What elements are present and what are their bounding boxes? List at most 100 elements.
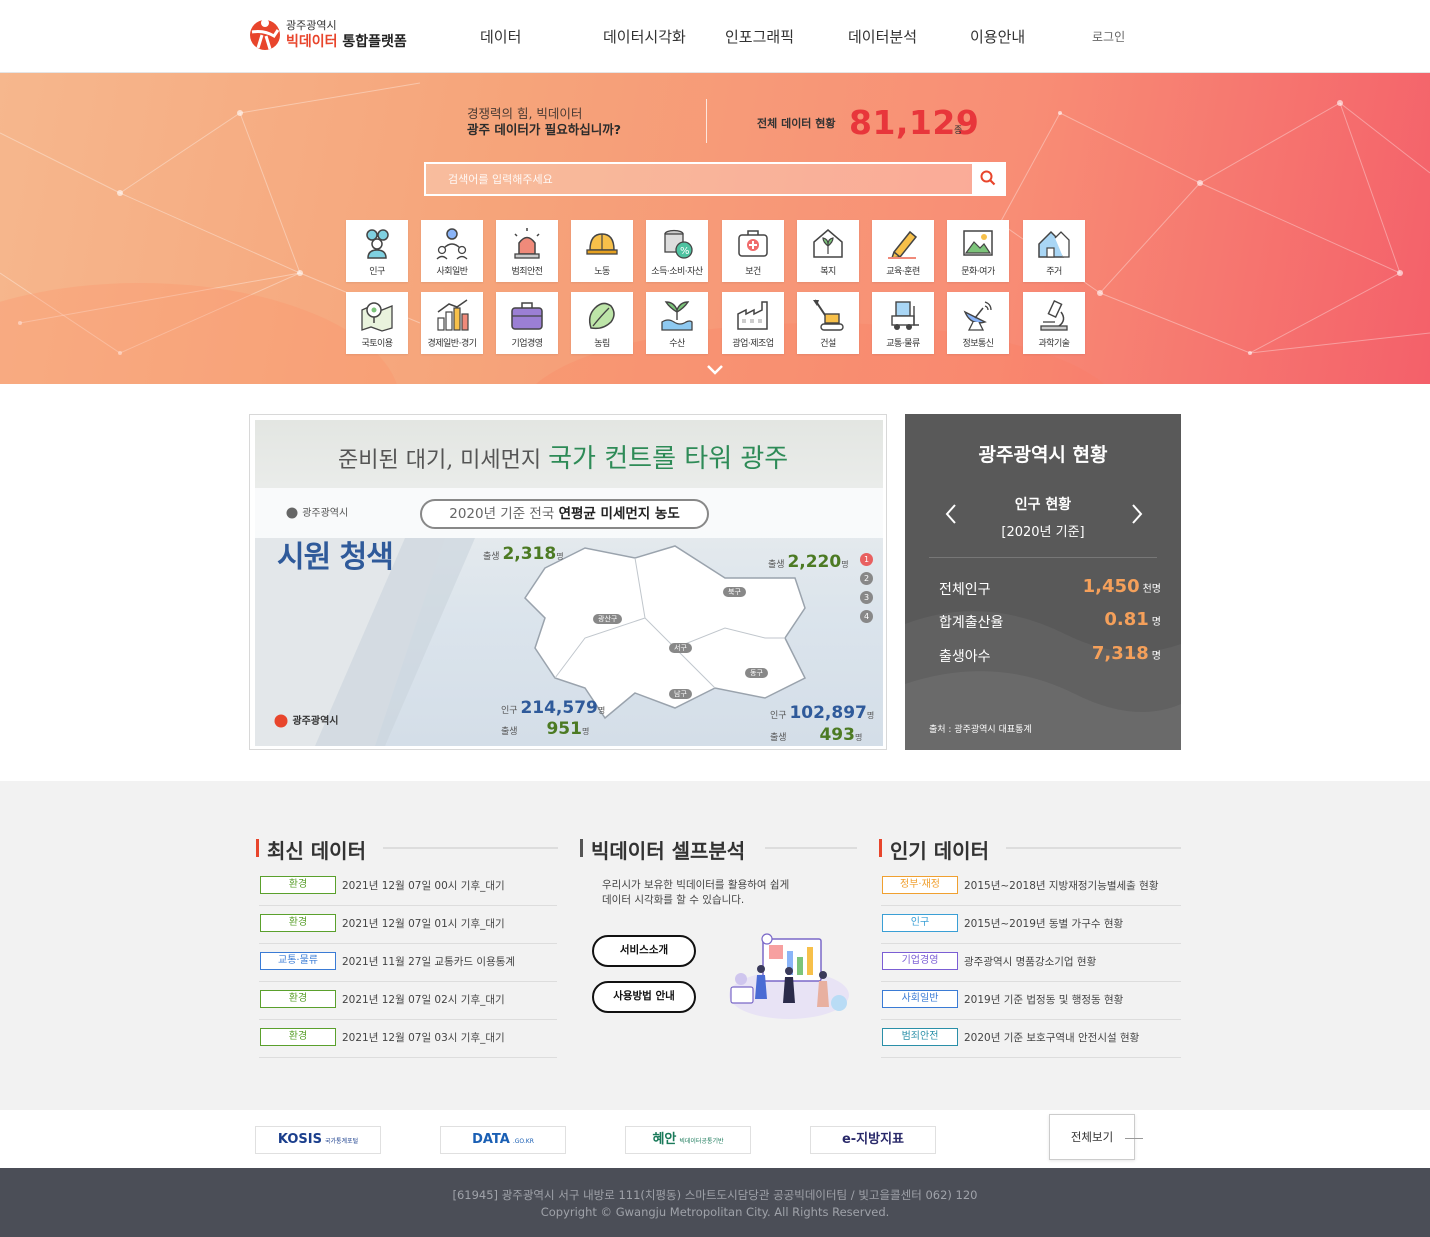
stat-unit: 명	[866, 711, 875, 720]
chevron-right-icon[interactable]	[1127, 502, 1147, 526]
row-text[interactable]: 2021년 12월 07일 01시 기후_대기	[342, 916, 505, 931]
helmet-icon	[586, 233, 618, 255]
partner-hyean[interactable]: 혜안 빅데이터공통기반	[625, 1126, 751, 1154]
category-economy[interactable]: 경제일반·경기	[421, 292, 483, 354]
category-education[interactable]: 교육·훈련	[872, 220, 934, 282]
tag-badge: 환경	[260, 914, 336, 932]
row-text[interactable]: 2021년 12월 07일 03시 기후_대기	[342, 1030, 505, 1045]
analysis-illustration	[729, 933, 849, 1019]
coins-icon: %	[664, 229, 693, 259]
category-construction[interactable]: 건설	[797, 292, 859, 354]
logo-mark-icon	[250, 19, 280, 50]
cabbage-icon	[588, 302, 615, 330]
search-input[interactable]	[426, 164, 972, 194]
latest-row[interactable]: 환경 2021년 12월 07일 03시 기후_대기	[259, 1020, 557, 1058]
nav-visualization[interactable]: 데이터시각화	[603, 26, 686, 47]
stat-value: 2,220	[787, 552, 842, 572]
microscope-icon	[1040, 300, 1068, 331]
row-text[interactable]: 2020년 기준 보호구역내 안전시설 현황	[964, 1030, 1139, 1045]
banner-city-text: 광주광역시	[302, 508, 349, 519]
nav-guide[interactable]: 이용안내	[970, 26, 1025, 47]
banner-title-highlight: 국가 컨트롤 타워 광주	[548, 444, 789, 474]
category-label: 과학기술	[1038, 339, 1070, 349]
category-label: 범죄안전	[511, 267, 543, 277]
row-text[interactable]: 2021년 12월 07일 02시 기후_대기	[342, 992, 505, 1007]
category-housing[interactable]: 주거	[1023, 220, 1085, 282]
pencil-icon	[888, 230, 918, 259]
latest-row[interactable]: 교통·물류 2021년 11월 27일 교통카드 이용통계	[259, 944, 557, 982]
latest-row[interactable]: 환경 2021년 12월 07일 01시 기후_대기	[259, 906, 557, 944]
row-text[interactable]: 2015년~2018년 지방재정기능별세출 현황	[964, 878, 1159, 893]
stat-value: 493	[819, 725, 855, 745]
category-welfare[interactable]: 복지	[797, 220, 859, 282]
infographic-banner[interactable]: 준비된 대기, 미세먼지 국가 컨트롤 타워 광주 광주광역시 2020년 기준…	[249, 414, 887, 750]
popular-row[interactable]: 인구 2015년~2019년 동별 가구수 현황	[881, 906, 1181, 944]
self-desc-line2: 데이터 시각화를 할 수 있습니다.	[602, 894, 745, 906]
banner-page-1[interactable]: 1	[860, 553, 873, 566]
banner-city-label: 광주광역시	[285, 504, 348, 519]
category-agriculture[interactable]: 농림	[571, 292, 633, 354]
latest-row[interactable]: 환경 2021년 12월 07일 02시 기후_대기	[259, 982, 557, 1020]
category-logistics[interactable]: 교통·물류	[872, 292, 934, 354]
data-count-label: 전체 데이터 현황	[757, 117, 836, 130]
stat-label: 인구	[770, 711, 787, 721]
category-crime-safety[interactable]: 범죄안전	[496, 220, 558, 282]
latest-row[interactable]: 환경 2021년 12월 07일 00시 기후_대기	[259, 868, 557, 906]
banner-page-4[interactable]: 4	[860, 610, 873, 623]
popular-row[interactable]: 범죄안전 2020년 기준 보호구역내 안전시설 현황	[881, 1020, 1181, 1058]
sprout-water-icon	[661, 301, 693, 331]
login-link[interactable]: 로그인	[1092, 28, 1125, 45]
scroll-down-icon[interactable]	[706, 364, 724, 376]
service-intro-button[interactable]: 서비스소개	[592, 935, 696, 967]
hero-intro: 경쟁력의 힘, 빅데이터 광주 데이터가 필요하십니까?	[467, 106, 621, 138]
view-all-button[interactable]: 전체보기	[1049, 1114, 1135, 1160]
category-business[interactable]: 기업경영	[496, 292, 558, 354]
row-text[interactable]: 2015년~2019년 동별 가구수 현황	[964, 916, 1123, 931]
partner-data-go-kr[interactable]: DATA .GO.KR	[440, 1126, 566, 1154]
category-labor[interactable]: 노동	[571, 220, 633, 282]
search-button[interactable]	[972, 164, 1004, 194]
popular-row[interactable]: 정부·재정 2015년~2018년 지방재정기능별세출 현황	[881, 868, 1181, 906]
banner-page-3[interactable]: 3	[860, 591, 873, 604]
category-ict[interactable]: 정보통신	[947, 292, 1009, 354]
banner-page-2[interactable]: 2	[860, 572, 873, 585]
category-science[interactable]: 과학기술	[1023, 292, 1085, 354]
category-label: 노동	[594, 267, 610, 277]
category-income[interactable]: % 소득·소비·자산	[646, 220, 708, 282]
row-text[interactable]: 광주광역시 명품강소기업 현황	[964, 954, 1096, 969]
nav-data[interactable]: 데이터	[480, 26, 521, 47]
category-label: 농림	[594, 339, 610, 349]
tag-badge: 사회일반	[882, 990, 958, 1008]
site-logo[interactable]: 광주광역시 빅데이터 통합플랫폼	[248, 16, 418, 56]
popular-row[interactable]: 기업경영 광주광역시 명품강소기업 현황	[881, 944, 1181, 982]
row-text[interactable]: 2021년 11월 27일 교통카드 이용통계	[342, 954, 515, 969]
nav-analysis[interactable]: 데이터분석	[848, 26, 917, 47]
stat-value: 951	[546, 719, 582, 739]
row-text[interactable]: 2019년 기준 법정동 및 행정동 현황	[964, 992, 1123, 1007]
partner-sub: .GO.KR	[512, 1138, 534, 1145]
category-population[interactable]: 인구	[346, 220, 408, 282]
satellite-dish-icon	[963, 301, 992, 331]
partner-e-jibangjipyo[interactable]: e-지방지표	[810, 1126, 936, 1154]
view-all-line	[1125, 1138, 1143, 1139]
category-land-use[interactable]: 국토이용	[346, 292, 408, 354]
status-row-unit: 천명	[1142, 584, 1161, 595]
banner-pill: 2020년 기준 전국 연평균 미세먼지 농도	[420, 499, 709, 529]
category-culture[interactable]: 문화·여가	[947, 220, 1009, 282]
partner-kosis[interactable]: KOSIS 국가통계포털	[255, 1126, 381, 1154]
partner-name: e-지방지표	[841, 1132, 905, 1147]
category-label: 교육·훈련	[886, 267, 920, 277]
category-fishery[interactable]: 수산	[646, 292, 708, 354]
category-manufacturing[interactable]: 광업·제조업	[722, 292, 784, 354]
category-society[interactable]: 사회일반	[421, 220, 483, 282]
stat-value: 214,579	[520, 698, 598, 718]
stat-label: 출생	[768, 560, 785, 570]
popular-row[interactable]: 사회일반 2019년 기준 법정동 및 행정동 현황	[881, 982, 1181, 1020]
tag-badge: 환경	[260, 990, 336, 1008]
category-health[interactable]: 보건	[722, 220, 784, 282]
popular-title: 인기 데이터	[890, 839, 989, 863]
nav-infographic[interactable]: 인포그래픽	[725, 26, 794, 47]
row-text[interactable]: 2021년 12월 07일 00시 기후_대기	[342, 878, 505, 893]
usage-guide-button[interactable]: 사용방법 안내	[592, 981, 696, 1013]
status-row-value: 0.81	[1104, 609, 1149, 630]
